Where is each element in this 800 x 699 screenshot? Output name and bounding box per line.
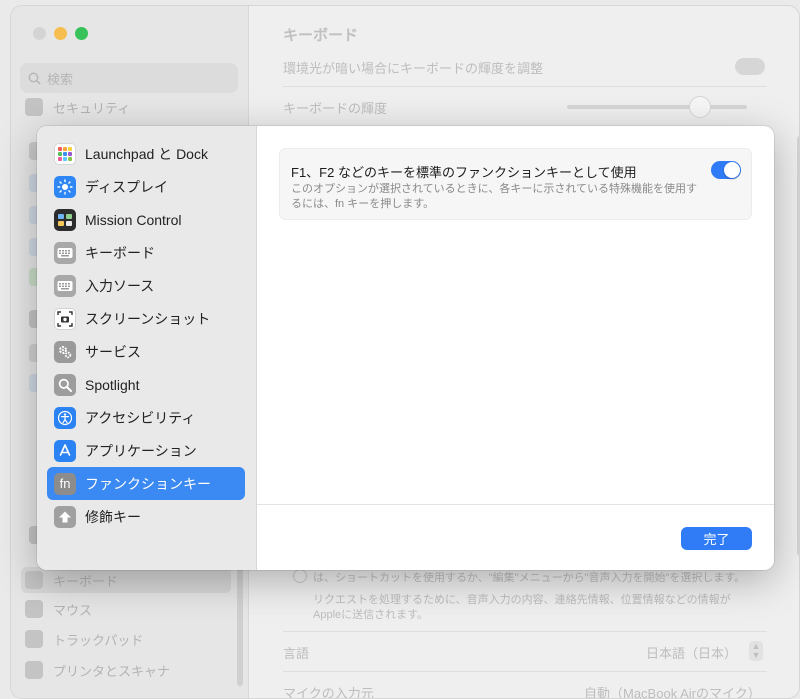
nav-item-keyboard[interactable]: キーボード <box>47 236 245 269</box>
screenshot-icon <box>54 307 76 330</box>
search-input[interactable]: 検索 <box>20 63 238 93</box>
language-value[interactable]: 日本語（日本） <box>646 643 737 662</box>
brightness-slider-track[interactable] <box>567 105 747 109</box>
language-stepper[interactable]: ▲ ▼ <box>749 641 763 661</box>
nav-item-modifier-keys[interactable]: 修飾キー <box>47 500 245 533</box>
nav-label: Mission Control <box>85 211 182 228</box>
mic-source-value[interactable]: 自動（MacBook Airのマイク） <box>584 683 761 698</box>
window-title: キーボード <box>283 27 359 44</box>
nav-item-launchpad-dock[interactable]: Launchpad と Dock <box>47 137 245 170</box>
keyboard-brightness-label: キーボードの輝度 <box>283 101 388 116</box>
sidebar-item-label: プリンタとスキャナ <box>53 663 171 679</box>
nav-item-input-sources[interactable]: 入力ソース <box>47 269 245 302</box>
fn-keys-option-title: F1、F2 などのキーを標準のファンクションキーとして使用 <box>291 165 637 180</box>
security-icon <box>25 98 43 116</box>
bg-sidebar-item-printers[interactable]: プリンタとスキャナ <box>25 657 170 683</box>
nav-label: キーボード <box>85 244 155 261</box>
fn-keys-option-description: このオプションが選択されているときに、各キーに示されている特殊機能を使用するには… <box>291 183 698 210</box>
search-icon <box>28 72 41 85</box>
keyboard-icon <box>54 241 76 264</box>
accessibility-icon <box>54 406 76 429</box>
sheet-footer: 完了 <box>257 504 774 570</box>
ambient-light-label: 環境光が暗い場合にキーボードの輝度を調整 <box>283 61 544 76</box>
sidebar-item-label: トラックパッド <box>53 632 144 648</box>
ambient-light-toggle[interactable] <box>735 58 765 75</box>
minimize-button[interactable] <box>54 27 67 40</box>
fn-glyph: fn <box>59 476 71 491</box>
function-keys-pane: F1、F2 などのキーを標準のファンクションキーとして使用 このオプションが選択… <box>257 126 774 504</box>
trackpad-icon <box>25 630 43 648</box>
shortcuts-sidebar: Launchpad と Dock ディスプレイ Mission Control … <box>37 126 257 570</box>
nav-item-display[interactable]: ディスプレイ <box>47 170 245 203</box>
nav-label: Launchpad と Dock <box>85 145 208 162</box>
sidebar-item-label: セキュリティ <box>53 100 131 116</box>
nav-label: ファンクションキー <box>85 475 211 492</box>
zoom-button[interactable] <box>75 27 88 40</box>
microphone-icon <box>293 569 307 583</box>
mission-control-icon <box>54 208 76 231</box>
nav-label: Spotlight <box>85 376 140 393</box>
spotlight-icon <box>54 373 76 396</box>
mouse-icon <box>25 600 43 618</box>
sidebar-item-label: キーボード <box>53 573 119 589</box>
sidebar-item-label: マウス <box>53 602 93 618</box>
modifier-keys-icon <box>54 505 76 528</box>
services-icon <box>54 340 76 363</box>
brightness-slider-knob[interactable] <box>689 96 711 118</box>
bg-sidebar-item-trackpad[interactable]: トラックパッド <box>25 626 143 652</box>
nav-label: 修飾キー <box>85 508 141 525</box>
language-label: 言語 <box>283 646 310 661</box>
divider <box>283 86 767 87</box>
nav-label: サービス <box>85 343 141 360</box>
dictation-note: Appleに送信されます。 <box>313 609 429 621</box>
bg-sidebar-item-mouse[interactable]: マウス <box>25 596 92 622</box>
nav-item-mission-control[interactable]: Mission Control <box>47 203 245 236</box>
fn-keys-toggle[interactable] <box>711 161 741 179</box>
fn-keys-option-card: F1、F2 などのキーを標準のファンクションキーとして使用 このオプションが選択… <box>279 148 752 220</box>
dictation-note: は、ショートカットを使用するか、"編集"メニューから"音声入力を開始"を選択しま… <box>313 572 746 584</box>
done-button[interactable]: 完了 <box>681 527 752 550</box>
divider <box>283 671 767 672</box>
search-placeholder: 検索 <box>47 71 74 87</box>
nav-item-function-keys[interactable]: fn ファンクションキー <box>47 467 245 500</box>
bg-sidebar-item-security[interactable]: セキュリティ <box>25 94 130 120</box>
mic-source-label: マイクの入力元 <box>283 686 374 699</box>
divider <box>283 631 767 632</box>
window-controls <box>33 27 88 40</box>
nav-item-screenshot[interactable]: スクリーンショット <box>47 302 245 335</box>
dictation-note: リクエストを処理するために、音声入力の内容、連絡先情報、位置情報などの情報が <box>313 594 731 606</box>
keyboard-icon <box>25 571 43 589</box>
nav-item-services[interactable]: サービス <box>47 335 245 368</box>
nav-label: アクセシビリティ <box>85 409 196 426</box>
nav-label: アプリケーション <box>85 442 197 459</box>
sidebar-scrollbar[interactable] <box>237 566 243 686</box>
nav-label: ディスプレイ <box>85 178 169 195</box>
nav-label: 入力ソース <box>85 277 155 294</box>
bg-sidebar-item-keyboard[interactable]: キーボード <box>21 567 231 593</box>
close-button[interactable] <box>33 27 46 40</box>
nav-label: スクリーンショット <box>85 310 211 327</box>
keyboard-shortcuts-sheet: Launchpad と Dock ディスプレイ Mission Control … <box>37 126 774 570</box>
app-store-icon <box>54 439 76 462</box>
nav-item-applications[interactable]: アプリケーション <box>47 434 245 467</box>
display-icon <box>54 175 76 198</box>
fn-icon: fn <box>54 472 76 495</box>
nav-item-accessibility[interactable]: アクセシビリティ <box>47 401 245 434</box>
nav-item-spotlight[interactable]: Spotlight <box>47 368 245 401</box>
launchpad-icon <box>54 142 76 165</box>
printer-icon <box>25 661 43 679</box>
input-sources-icon <box>54 274 76 297</box>
